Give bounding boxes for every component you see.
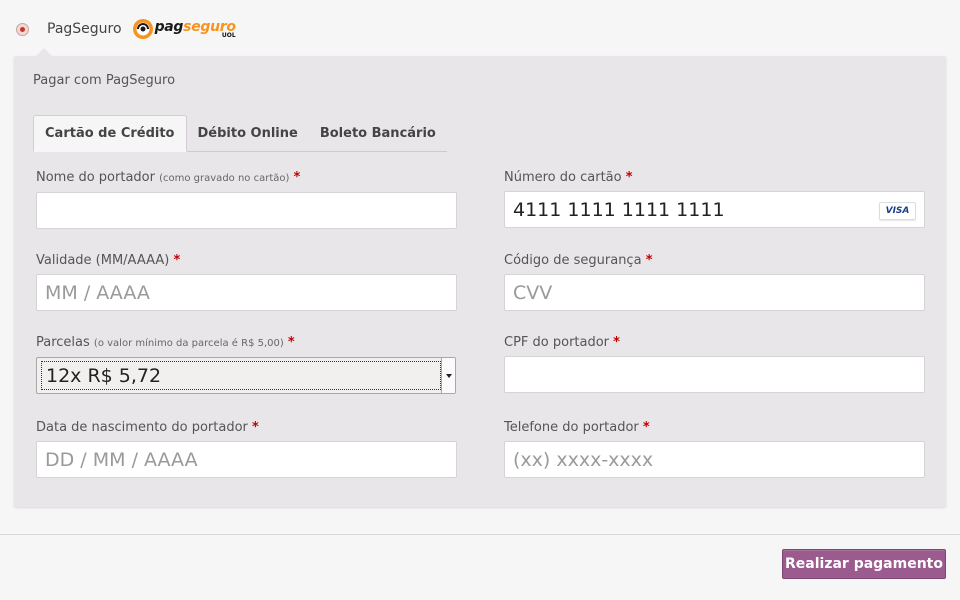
payment-method-radio[interactable]	[16, 22, 29, 36]
cpf-label-text: CPF do portador	[504, 335, 610, 350]
required-mark: *	[625, 170, 633, 185]
birth-date-placeholder: DD / MM / AAAA	[45, 448, 198, 471]
payment-method-label[interactable]: PagSeguro	[47, 21, 122, 37]
required-mark: *	[642, 420, 650, 435]
expiry-input[interactable]: MM / AAAA	[36, 274, 457, 311]
holder-name-label-text: Nome do portador	[36, 170, 155, 185]
tab-credit-card[interactable]: Cartão de Crédito	[33, 115, 187, 152]
birth-date-input[interactable]: DD / MM / AAAA	[36, 441, 457, 478]
tab-online-debit[interactable]: Débito Online	[186, 115, 309, 152]
card-number-label-text: Número do cartão	[504, 170, 622, 185]
cvv-input[interactable]: CVV	[504, 274, 925, 311]
pagseguro-swirl-icon	[132, 19, 153, 39]
cpf-input[interactable]	[504, 356, 925, 393]
card-number-value: 4111 1111 1111 1111	[513, 198, 725, 221]
phone-placeholder: (xx) xxxx-xxxx	[513, 448, 654, 471]
installments-selected-value: 12x R$ 5,72	[41, 361, 441, 390]
submit-payment-button[interactable]: Realizar pagamento	[782, 549, 946, 579]
required-mark: *	[613, 335, 620, 350]
installments-label-text: Parcelas	[36, 335, 90, 350]
phone-label-text: Telefone do portador	[504, 420, 639, 435]
required-mark: *	[645, 253, 653, 268]
birth-date-label: Data de nascimento do portador *	[36, 420, 259, 435]
card-number-label: Número do cartão *	[504, 170, 633, 185]
required-mark: *	[173, 253, 181, 268]
logo-text-pag: pag	[154, 18, 184, 35]
visa-card-icon: VISA	[879, 202, 916, 220]
holder-name-label: Nome do portador (como gravado no cartão…	[36, 170, 300, 185]
payment-method-row[interactable]: PagSeguro pagseguro UOL	[16, 14, 236, 44]
radio-selected-dot	[20, 26, 25, 32]
footer-divider	[0, 534, 960, 535]
payment-panel: Pagar com PagSeguro Cartão de Crédito Dé…	[14, 48, 946, 507]
cpf-label: CPF do portador *	[504, 335, 620, 350]
holder-name-input[interactable]	[36, 192, 457, 229]
expiry-label-text: Validade (MM/AAAA)	[36, 253, 170, 268]
required-mark: *	[293, 170, 301, 185]
dropdown-arrow-icon[interactable]	[441, 358, 455, 393]
panel-title: Pagar com PagSeguro	[33, 73, 176, 88]
installments-label: Parcelas (o valor mínimo da parcela é R$…	[36, 335, 295, 350]
installments-select[interactable]: 12x R$ 5,72	[36, 357, 456, 394]
expiry-placeholder: MM / AAAA	[45, 281, 150, 304]
holder-name-hint: (como gravado no cartão)	[159, 173, 290, 184]
tab-boleto[interactable]: Boleto Bancário	[308, 115, 447, 152]
phone-label: Telefone do portador *	[504, 420, 650, 435]
cvv-label-text: Código de segurança	[504, 253, 642, 268]
cvv-label: Código de segurança *	[504, 253, 653, 268]
card-number-input[interactable]: 4111 1111 1111 1111 VISA	[504, 191, 925, 228]
required-mark: *	[287, 335, 295, 350]
birth-date-label-text: Data de nascimento do portador	[36, 420, 248, 435]
payment-tabs: Cartão de Crédito Débito Online Boleto B…	[33, 115, 447, 152]
phone-input[interactable]: (xx) xxxx-xxxx	[504, 441, 925, 478]
logo-text-uol: UOL	[221, 31, 236, 39]
installments-hint: (o valor mínimo da parcela é R$ 5,00)	[93, 338, 284, 349]
required-mark: *	[252, 420, 259, 435]
pagseguro-logo: pagseguro UOL	[132, 18, 236, 40]
expiry-label: Validade (MM/AAAA) *	[36, 253, 180, 268]
cvv-placeholder: CVV	[513, 281, 553, 304]
